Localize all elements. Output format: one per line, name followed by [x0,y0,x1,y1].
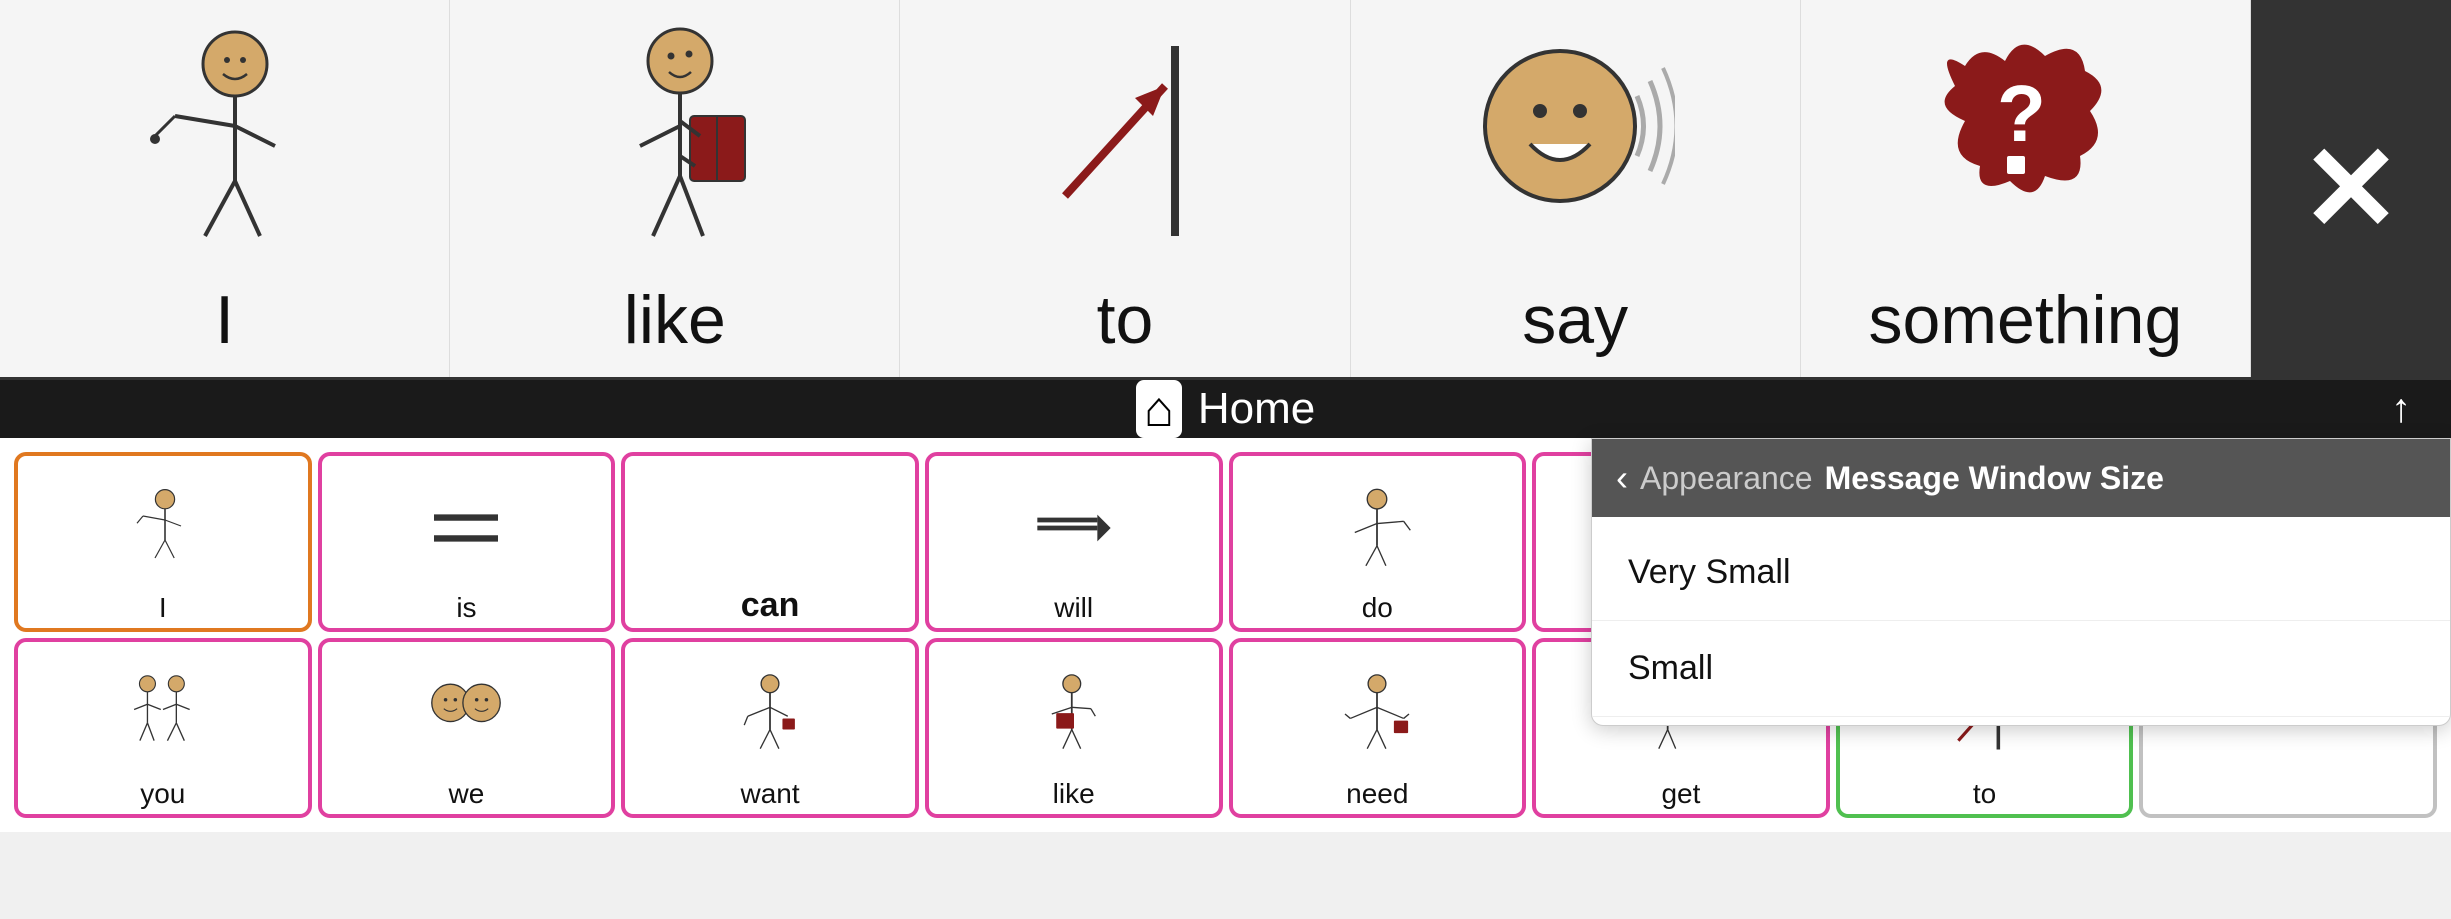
grid-img-you [123,648,203,779]
grid-label-get: get [1661,779,1700,810]
grid-label-we: we [449,779,485,810]
symbol-label-I: I [215,281,234,359]
dropdown-item-very-small[interactable]: Very Small [1592,525,2450,621]
need-stick-icon [1337,674,1417,754]
symbol-label-something: something [1869,281,2183,359]
home-label: Home [1198,384,1315,434]
is-equals-icon [426,493,506,563]
nav-bar: ⌂ Home ↑ [0,380,2451,438]
symbol-img-I [145,11,305,271]
dropdown-item-small[interactable]: Small [1592,621,2450,717]
symbol-cell-like[interactable]: like [450,0,900,377]
symbol-img-something: ? [1925,11,2125,271]
grid-label-do: do [1362,593,1393,624]
grid-img-is [426,462,506,593]
symbol-img-say [1475,11,1675,271]
dropdown-panel: ‹ Appearance Message Window Size Very Sm… [1591,438,2451,726]
you-stick-icon [123,674,203,754]
grid-label-want: want [740,779,799,810]
close-icon: ✕ [2301,129,2402,249]
dropdown-back-button[interactable]: ‹ [1616,457,1628,499]
grid-img-need [1337,648,1417,779]
symbol-label-like: like [624,281,726,359]
we-stick-icon [426,674,506,754]
dropdown-items: Very Small Small [1592,517,2450,725]
do-stick-icon [1337,488,1417,568]
grid-cell-can[interactable]: can [621,452,919,632]
grid-img-I [123,462,203,593]
grid-cell-is[interactable]: is [318,452,616,632]
symbol-cell-say[interactable]: say [1351,0,1801,377]
grid-label-is: is [456,593,476,624]
grid-label-to2: to [1973,779,1996,810]
grid-label-I: I [159,593,167,624]
grid-img-do [1337,462,1417,593]
like-stick-figure-icon [595,26,755,256]
home-icon: ⌂ [1136,380,1182,438]
dropdown-breadcrumb: Appearance [1640,460,1813,497]
grid-label-need: need [1346,779,1408,810]
grid-cell-we[interactable]: we [318,638,616,818]
like-grid-icon [1034,674,1114,754]
symbol-bar: I [0,0,2451,380]
symbol-img-like [595,11,755,271]
grid-cell-want[interactable]: want [621,638,919,818]
symbol-cell-something[interactable]: ? something [1801,0,2251,377]
bottom-section: ⌂ Home ↑ [0,380,2451,829]
will-arrow-icon [1034,498,1114,558]
grid-cell-do[interactable]: do [1229,452,1527,632]
to-arrow-icon [1035,26,1215,256]
home-button[interactable]: ⌂ Home [1136,380,1316,438]
say-face-icon [1475,26,1675,256]
grid-img-want [730,648,810,779]
symbol-label-to: to [1097,281,1154,359]
svg-text:?: ? [1997,69,2046,158]
grid-img-we [426,648,506,779]
dropdown-header: ‹ Appearance Message Window Size [1592,439,2450,517]
dropdown-title: Message Window Size [1825,460,2164,497]
symbol-img-to [1035,11,1215,271]
I-stick-figure-icon [145,26,305,256]
grid-label-can: can [741,587,800,624]
grid-cell-will[interactable]: will [925,452,1223,632]
symbol-cell-to[interactable]: to [900,0,1350,377]
nav-up-arrow[interactable]: ↑ [2391,387,2411,432]
something-puzzle-icon: ? [1925,26,2125,256]
grid-label-will: will [1054,593,1093,624]
grid-img-like2 [1034,648,1114,779]
want-stick-icon [730,674,810,754]
symbol-cell-I[interactable]: I [0,0,450,377]
grid-cell-I[interactable]: I [14,452,312,632]
grid-label-like2: like [1053,779,1095,810]
grid-cell-need[interactable]: need [1229,638,1527,818]
symbol-label-say: say [1522,281,1628,359]
I-grid-icon [123,488,203,568]
grid-cell-like2[interactable]: like [925,638,1223,818]
grid-label-you: you [140,779,185,810]
grid-cell-you[interactable]: you [14,638,312,818]
close-button[interactable]: ✕ [2251,0,2451,377]
grid-img-will [1034,462,1114,593]
